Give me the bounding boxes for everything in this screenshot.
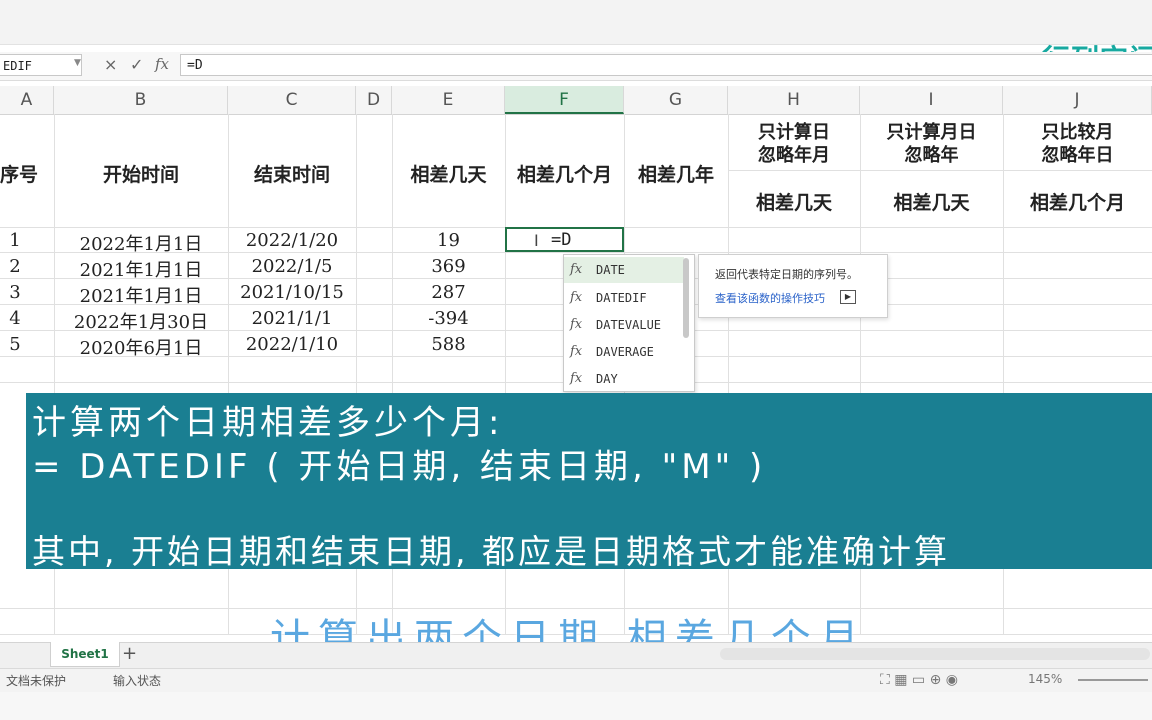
overlay-line-2: = DATEDIF ( 开始日期, 结束日期, "M" ) bbox=[32, 447, 767, 487]
table-cell-days[interactable]: 287 bbox=[392, 282, 505, 303]
formula-input[interactable]: =D bbox=[180, 54, 1152, 76]
table-cell-end[interactable]: 2021/1/1 bbox=[228, 308, 356, 329]
column-header-b[interactable]: B bbox=[54, 86, 228, 114]
name-box[interactable]: EDIF bbox=[0, 54, 82, 76]
header-cell-end[interactable]: 结束时间 bbox=[228, 160, 356, 187]
function-tooltip bbox=[698, 254, 888, 318]
autocomplete-item-label: DATEVALUE bbox=[596, 318, 662, 332]
function-description: 返回代表特定日期的序列号。 bbox=[715, 268, 858, 281]
autocomplete-item-datedif[interactable]: fx DATEDIF bbox=[564, 285, 684, 311]
header-cell-h-top[interactable]: 只计算日 忽略年月 bbox=[728, 121, 860, 167]
insert-function-icon[interactable]: fx bbox=[155, 55, 169, 73]
function-autocomplete-list: fx DATE fx DATEDIF fx DATEVALUE fx DAVER… bbox=[563, 254, 695, 392]
table-cell-seq[interactable]: 1 bbox=[0, 230, 30, 251]
header-cell-j-top[interactable]: 只比较月 忽略年日 bbox=[1003, 121, 1152, 167]
header-cell-seq[interactable]: 序号 bbox=[0, 160, 54, 187]
chevron-down-icon[interactable]: ▼ bbox=[74, 58, 81, 68]
autocomplete-item-daverage[interactable]: fx DAVERAGE bbox=[564, 339, 684, 365]
overlay-line-1: 计算两个日期相差多少个月: bbox=[32, 403, 504, 443]
sheet-tab-sheet1[interactable]: Sheet1 bbox=[50, 642, 120, 667]
table-cell-days[interactable]: 369 bbox=[392, 256, 505, 277]
document-protection-status[interactable]: 文档未保护 bbox=[6, 672, 66, 689]
table-cell-seq[interactable]: 3 bbox=[0, 282, 30, 303]
title-strip bbox=[0, 0, 1152, 45]
column-header-a[interactable]: A bbox=[0, 86, 54, 114]
text-cursor-icon: I bbox=[534, 231, 539, 250]
table-cell-seq[interactable]: 4 bbox=[0, 308, 30, 329]
table-cell-end[interactable]: 2022/1/20 bbox=[228, 230, 356, 251]
table-cell-days[interactable]: -394 bbox=[392, 308, 505, 329]
table-cell-start[interactable]: 2021年1月1日 bbox=[54, 256, 228, 282]
function-icon: fx bbox=[570, 344, 583, 359]
autocomplete-item-label: DAVERAGE bbox=[596, 345, 654, 359]
add-sheet-icon[interactable]: + bbox=[122, 643, 137, 664]
table-cell-start[interactable]: 2020年6月1日 bbox=[54, 334, 228, 360]
column-header-row: A B C D E F G H I J bbox=[0, 86, 1152, 115]
table-cell-end[interactable]: 2022/1/10 bbox=[228, 334, 356, 355]
column-header-c[interactable]: C bbox=[228, 86, 356, 114]
table-cell-end[interactable]: 2021/10/15 bbox=[228, 282, 356, 303]
explanation-overlay: 计算两个日期相差多少个月: = DATEDIF ( 开始日期, 结束日期, "M… bbox=[26, 393, 1152, 571]
function-tips-link[interactable]: 查看该函数的操作技巧 bbox=[715, 290, 825, 306]
zoom-slider[interactable] bbox=[1078, 679, 1148, 681]
column-header-f[interactable]: F bbox=[505, 86, 624, 114]
table-cell-start[interactable]: 2021年1月1日 bbox=[54, 282, 228, 308]
function-icon: fx bbox=[570, 317, 583, 332]
function-icon: fx bbox=[570, 262, 583, 277]
horizontal-scrollbar[interactable] bbox=[720, 648, 1150, 660]
autocomplete-item-label: DATEDIF bbox=[596, 291, 647, 305]
function-icon: fx bbox=[570, 371, 583, 386]
column-header-g[interactable]: G bbox=[624, 86, 728, 114]
autocomplete-item-date[interactable]: fx DATE bbox=[564, 257, 684, 283]
table-cell-start[interactable]: 2022年1月30日 bbox=[54, 308, 228, 334]
table-cell-end[interactable]: 2022/1/5 bbox=[228, 256, 356, 277]
header-cell-i-bottom[interactable]: 相差几天 bbox=[860, 188, 1003, 215]
active-cell-text[interactable]: =D bbox=[551, 230, 571, 250]
header-cell-h-bottom[interactable]: 相差几天 bbox=[728, 188, 860, 215]
column-header-j[interactable]: J bbox=[1003, 86, 1152, 114]
header-cell-years[interactable]: 相差几年 bbox=[624, 160, 728, 187]
zoom-level[interactable]: 145% bbox=[1028, 672, 1062, 686]
autocomplete-scrollbar[interactable] bbox=[683, 258, 689, 338]
table-cell-days[interactable]: 588 bbox=[392, 334, 505, 355]
header-cell-months[interactable]: 相差几个月 bbox=[505, 160, 624, 187]
bottom-strip bbox=[0, 692, 1152, 720]
header-cell-j-bottom[interactable]: 相差几个月 bbox=[1003, 188, 1152, 215]
table-cell-seq[interactable]: 5 bbox=[0, 334, 30, 355]
play-video-icon[interactable]: ▶ bbox=[840, 290, 856, 304]
function-icon: fx bbox=[570, 290, 583, 305]
autocomplete-item-label: DAY bbox=[596, 372, 618, 386]
table-cell-start[interactable]: 2022年1月1日 bbox=[54, 230, 228, 256]
view-mode-icons[interactable]: ⛶ ▦ ▭ ⊕ ◉ bbox=[880, 672, 958, 688]
header-cell-i-top[interactable]: 只计算月日 忽略年 bbox=[860, 121, 1003, 167]
autocomplete-item-label: DATE bbox=[596, 263, 625, 277]
autocomplete-item-day[interactable]: fx DAY bbox=[564, 366, 684, 391]
column-header-d[interactable]: D bbox=[356, 86, 392, 114]
column-header-e[interactable]: E bbox=[392, 86, 505, 114]
table-cell-days[interactable]: 19 bbox=[392, 230, 505, 251]
column-header-h[interactable]: H bbox=[728, 86, 860, 114]
cancel-icon[interactable]: × bbox=[104, 55, 117, 74]
grid-line bbox=[728, 170, 1152, 171]
autocomplete-item-datevalue[interactable]: fx DATEVALUE bbox=[564, 312, 684, 338]
input-mode-status: 输入状态 bbox=[113, 674, 162, 688]
table-cell-seq[interactable]: 2 bbox=[0, 256, 30, 277]
header-cell-start[interactable]: 开始时间 bbox=[54, 160, 228, 187]
column-header-i[interactable]: I bbox=[860, 86, 1003, 114]
header-cell-days[interactable]: 相差几天 bbox=[392, 160, 505, 187]
confirm-icon[interactable]: ✓ bbox=[130, 55, 143, 74]
overlay-line-3: 其中, 开始日期和结束日期, 都应是日期格式才能准确计算 bbox=[32, 532, 950, 571]
status-bar bbox=[0, 668, 1152, 693]
